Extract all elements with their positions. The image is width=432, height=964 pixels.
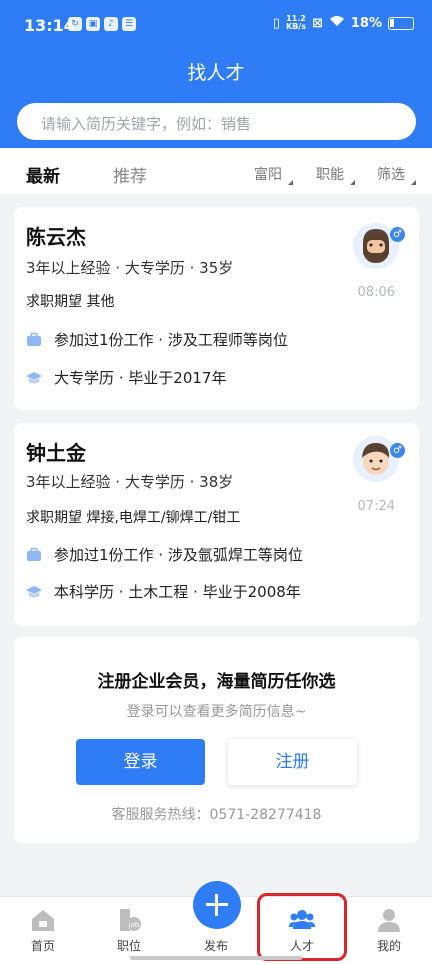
filter-screen-label: 筛选	[377, 167, 405, 183]
battery-percent: 18%	[350, 15, 382, 31]
tab-recommend[interactable]: 推荐	[113, 162, 147, 187]
vibrate-icon: ▯	[272, 15, 280, 31]
tab-latest[interactable]: 最新	[26, 162, 60, 187]
promo-title: 注册企业会员，海量简历任你选	[97, 672, 336, 692]
highlight-annotation	[257, 893, 347, 961]
publish-plus-icon[interactable]	[193, 881, 241, 929]
filter-screen[interactable]: 筛选	[377, 164, 416, 185]
member-promo-card: 注册企业会员，海量简历任你选 登录可以查看更多简历信息~ 登录 注册 客服服务热…	[14, 637, 419, 843]
candidate-education: 大专学历 · 毕业于2017年	[26, 367, 226, 388]
news-icon: ☰	[122, 17, 136, 31]
candidate-work: 参加过1份工作 · 涉及氩弧焊工等岗位	[26, 544, 303, 565]
candidate-card[interactable]: 钟土金 3年以上经验 · 大专学历 · 38岁 求职期望 焊接,电焊工/铆焊工/…	[14, 423, 419, 626]
search-placeholder: 请输入简历关键字，例如：销售	[41, 115, 252, 133]
status-bar: 13:14 ↻ ▣ ♪ ☰ ▯ 11.2 KB/s ⊠ 18%	[0, 0, 432, 52]
app-notification-icon: ▣	[86, 17, 100, 31]
header: 13:14 ↻ ▣ ♪ ☰ ▯ 11.2 KB/s ⊠ 18% 找人才 请输入简…	[0, 0, 432, 160]
register-button[interactable]: 注册	[228, 739, 357, 785]
candidate-education-text: 本科学历 · 土木工程 · 毕业于2008年	[54, 583, 301, 601]
filter-location-label: 富阳	[254, 167, 282, 183]
briefcase-icon	[27, 547, 41, 561]
tab-publish-label: 发布	[203, 939, 228, 953]
candidate-meta: 3年以上经验 · 大专学历 · 35岁	[26, 259, 234, 277]
graduation-cap-icon	[26, 585, 42, 597]
graduation-cap-icon	[26, 371, 42, 383]
wifi-icon	[329, 15, 345, 31]
dropdown-triangle-icon	[408, 180, 416, 185]
tab-mine-label: 我的	[376, 939, 401, 953]
candidate-name: 钟土金	[26, 441, 86, 465]
battery-icon	[388, 16, 414, 30]
tab-jobs-label: 职位	[116, 939, 141, 953]
candidate-education: 本科学历 · 土木工程 · 毕业于2008年	[26, 581, 301, 602]
home-indicator	[130, 956, 302, 960]
dropdown-triangle-icon	[347, 180, 355, 185]
sync-icon: ↻	[68, 17, 82, 31]
candidate-meta: 3年以上经验 · 大专学历 · 38岁	[26, 473, 234, 491]
user-icon	[378, 909, 400, 932]
jobs-icon: job	[120, 909, 141, 931]
avatar	[353, 436, 399, 482]
tab-jobs[interactable]: job 职位	[86, 897, 172, 964]
page-title: 找人才	[187, 62, 245, 84]
tab-mine[interactable]: 我的	[346, 897, 432, 964]
dropdown-triangle-icon	[285, 180, 293, 185]
tab-bar: 最新 推荐 富阳 职能 筛选	[0, 148, 432, 194]
status-app-icons: ↻ ▣ ♪ ☰	[68, 17, 136, 31]
candidate-education-text: 大专学历 · 毕业于2017年	[54, 369, 227, 387]
candidate-card[interactable]: 陈云杰 3年以上经验 · 大专学历 · 35岁 求职期望 其他 参加过1份工作 …	[14, 207, 419, 410]
candidate-expectation: 求职期望 焊接,电焊工/铆焊工/钳工	[26, 510, 241, 526]
promo-subtitle: 登录可以查看更多简历信息~	[126, 704, 307, 720]
filter-function[interactable]: 职能	[316, 164, 355, 185]
filter-location[interactable]: 富阳	[254, 164, 293, 185]
net-speed-unit: KB/s	[285, 22, 306, 31]
status-right: ▯ 11.2 KB/s ⊠ 18%	[273, 15, 414, 31]
svg-text:job: job	[128, 921, 140, 929]
male-icon: ♂	[390, 443, 405, 458]
briefcase-icon	[27, 332, 41, 346]
search-input[interactable]: 请输入简历关键字，例如：销售	[17, 103, 416, 140]
service-hotline: 客服服务热线：0571-28277418	[111, 807, 322, 823]
male-icon: ♂	[390, 227, 405, 242]
tab-home[interactable]: 首页	[0, 897, 86, 964]
update-time: 08:06	[357, 285, 395, 300]
tab-home-label: 首页	[30, 939, 55, 953]
tiktok-icon: ♪	[104, 17, 118, 31]
data-icon: ⊠	[311, 15, 323, 31]
login-button[interactable]: 登录	[76, 739, 205, 785]
candidate-work-text: 参加过1份工作 · 涉及工程师等岗位	[54, 331, 288, 349]
home-icon	[32, 910, 54, 931]
filter-function-label: 职能	[316, 167, 344, 183]
candidate-expectation: 求职期望 其他	[26, 294, 115, 310]
candidate-work-text: 参加过1份工作 · 涉及氩弧焊工等岗位	[54, 546, 303, 564]
candidate-name: 陈云杰	[26, 225, 86, 249]
candidate-work: 参加过1份工作 · 涉及工程师等岗位	[26, 329, 288, 350]
update-time: 07:24	[357, 499, 395, 514]
net-speed: 11.2 KB/s	[286, 15, 306, 31]
